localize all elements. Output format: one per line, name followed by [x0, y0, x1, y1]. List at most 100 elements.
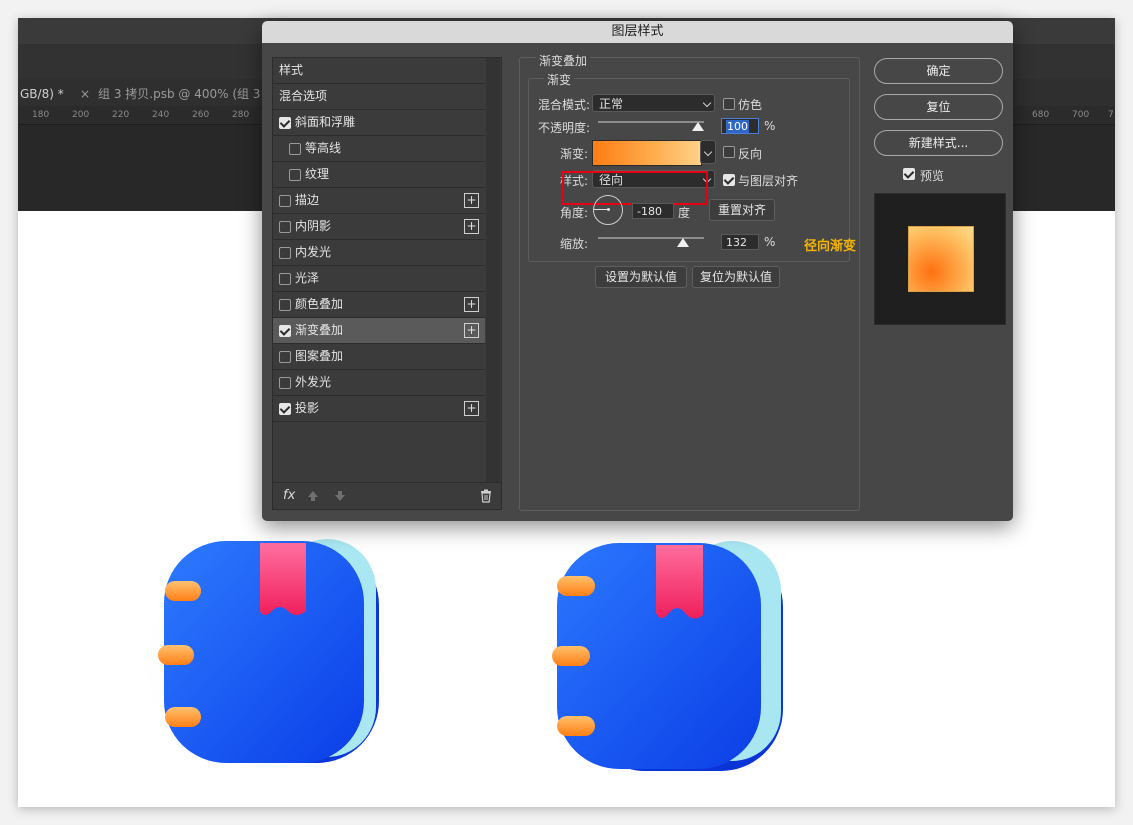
add-effect-icon[interactable]: + [464, 323, 479, 338]
effect-checkbox[interactable] [279, 351, 291, 363]
add-effect-icon[interactable]: + [464, 219, 479, 234]
effect-checkbox[interactable] [279, 325, 291, 337]
opacity-slider-thumb[interactable] [691, 122, 704, 131]
effect-item[interactable]: 内阴影 + [273, 214, 485, 240]
effect-checkbox[interactable] [279, 403, 291, 415]
document-tab-2[interactable]: 组 3 拷贝.psb @ 400% (组 3 拷 [98, 83, 276, 105]
group-title: 渐变 [544, 71, 575, 88]
trash-icon[interactable] [480, 489, 492, 503]
reset-default-button[interactable]: 复位为默认值 [692, 266, 780, 288]
add-effect-icon[interactable]: + [464, 401, 479, 416]
effect-label: 渐变叠加 [295, 323, 344, 337]
effect-label: 纹理 [305, 167, 330, 181]
effect-item[interactable]: 等高线 [273, 136, 485, 162]
document-tab-1[interactable]: GB/8) * [20, 83, 64, 105]
scale-value: 132 [726, 236, 747, 249]
blend-mode-value: 正常 [599, 97, 624, 111]
move-up-icon[interactable] [307, 490, 319, 502]
effect-item[interactable]: 斜面和浮雕 [273, 110, 485, 136]
dither-checkbox[interactable] [723, 98, 735, 110]
panel-title: 渐变叠加 [536, 52, 591, 69]
ok-button[interactable]: 确定 [874, 58, 1003, 84]
scale-slider-thumb[interactable] [676, 238, 689, 247]
chevron-down-icon [703, 147, 713, 157]
effect-label: 描边 [295, 193, 320, 207]
styles-header[interactable]: 样式 [273, 58, 485, 84]
list-footer: fx [273, 482, 501, 510]
effect-checkbox[interactable] [279, 377, 291, 389]
effect-checkbox[interactable] [279, 117, 291, 129]
ruler-tick: 180 [32, 110, 50, 120]
blend-mode-select[interactable]: 正常 [592, 94, 715, 112]
align-checkbox[interactable] [723, 174, 735, 186]
reverse-checkbox[interactable] [723, 146, 735, 158]
effect-item[interactable]: 内发光 [273, 240, 485, 266]
effect-item[interactable]: 渐变叠加 + [273, 318, 485, 344]
tab-close-icon[interactable]: × [80, 83, 90, 105]
new-style-button[interactable]: 新建样式... [874, 130, 1003, 156]
preview-label: 预览 [920, 169, 945, 183]
opacity-unit: % [764, 119, 776, 133]
effect-item[interactable]: 描边 + [273, 188, 485, 214]
effect-label: 光泽 [295, 271, 320, 285]
effect-checkbox[interactable] [289, 169, 301, 181]
opacity-value: 100 [726, 120, 749, 133]
effect-label: 投影 [295, 401, 320, 415]
effect-checkbox[interactable] [279, 273, 291, 285]
ruler-tick: 200 [72, 110, 90, 120]
gradient-picker[interactable] [592, 140, 702, 166]
opacity-label: 不透明度: [538, 121, 591, 135]
blend-options-label: 混合选项 [279, 89, 328, 103]
set-default-button[interactable]: 设置为默认值 [595, 266, 687, 288]
annotation-label: 径向渐变 [804, 239, 857, 254]
effect-checkbox[interactable] [279, 247, 291, 259]
move-down-icon[interactable] [334, 490, 346, 502]
ruler-tick: 7 [1108, 110, 1114, 120]
effect-label: 内发光 [295, 245, 332, 259]
effect-item[interactable]: 投影 + [273, 396, 485, 422]
effect-checkbox[interactable] [279, 299, 291, 311]
effect-label: 图案叠加 [295, 349, 344, 363]
angle-input[interactable]: -180 [632, 203, 674, 219]
notebook-icon-after [552, 541, 783, 771]
ruler-tick: 680 [1032, 110, 1050, 120]
reset-button[interactable]: 复位 [874, 94, 1003, 120]
chevron-down-icon [702, 98, 712, 108]
opacity-slider-track[interactable] [598, 121, 704, 123]
styles-list: 样式 混合选项 斜面和浮雕 等高线 纹理 描边 + 内阴影 + 内发光 光泽 颜色叠加 + 渐变叠加 +… [272, 57, 502, 510]
effect-checkbox[interactable] [289, 143, 301, 155]
ruler-tick: 220 [112, 110, 130, 120]
scale-input[interactable]: 132 [721, 234, 759, 250]
angle-unit: 度 [678, 206, 691, 220]
list-scrollbar[interactable] [486, 58, 500, 482]
add-effect-icon[interactable]: + [464, 193, 479, 208]
ruler-tick: 280 [232, 110, 250, 120]
angle-value: -180 [637, 205, 662, 218]
gradient-dropdown[interactable] [700, 140, 716, 164]
effect-label: 等高线 [305, 141, 342, 155]
reset-align-button[interactable]: 重置对齐 [709, 199, 775, 221]
effect-checkbox[interactable] [279, 195, 291, 207]
layer-style-dialog: 图层样式 样式 混合选项 斜面和浮雕 等高线 纹理 描边 + 内阴影 + 内发光 光泽 颜色叠加 +… [262, 21, 1013, 521]
effect-item[interactable]: 颜色叠加 + [273, 292, 485, 318]
effect-item[interactable]: 纹理 [273, 162, 485, 188]
effect-item[interactable]: 图案叠加 [273, 344, 485, 370]
opacity-input[interactable]: 100 [721, 118, 759, 134]
blend-options-item[interactable]: 混合选项 [273, 84, 485, 110]
angle-label: 角度: [560, 206, 589, 220]
angle-dial[interactable] [593, 195, 623, 225]
preview-checkbox[interactable] [903, 168, 915, 180]
add-effect-icon[interactable]: + [464, 297, 479, 312]
preview-thumbnail [874, 193, 1006, 325]
fx-icon[interactable]: fx [283, 488, 295, 503]
effect-label: 斜面和浮雕 [295, 115, 356, 129]
styles-header-label: 样式 [279, 63, 304, 77]
ruler-tick: 260 [192, 110, 210, 120]
scale-unit: % [764, 235, 776, 249]
effect-checkbox[interactable] [279, 221, 291, 233]
blend-mode-label: 混合模式: [538, 98, 591, 112]
effect-item[interactable]: 外发光 [273, 370, 485, 396]
preview-swatch [908, 226, 974, 292]
highlight-box [562, 171, 708, 205]
effect-item[interactable]: 光泽 [273, 266, 485, 292]
